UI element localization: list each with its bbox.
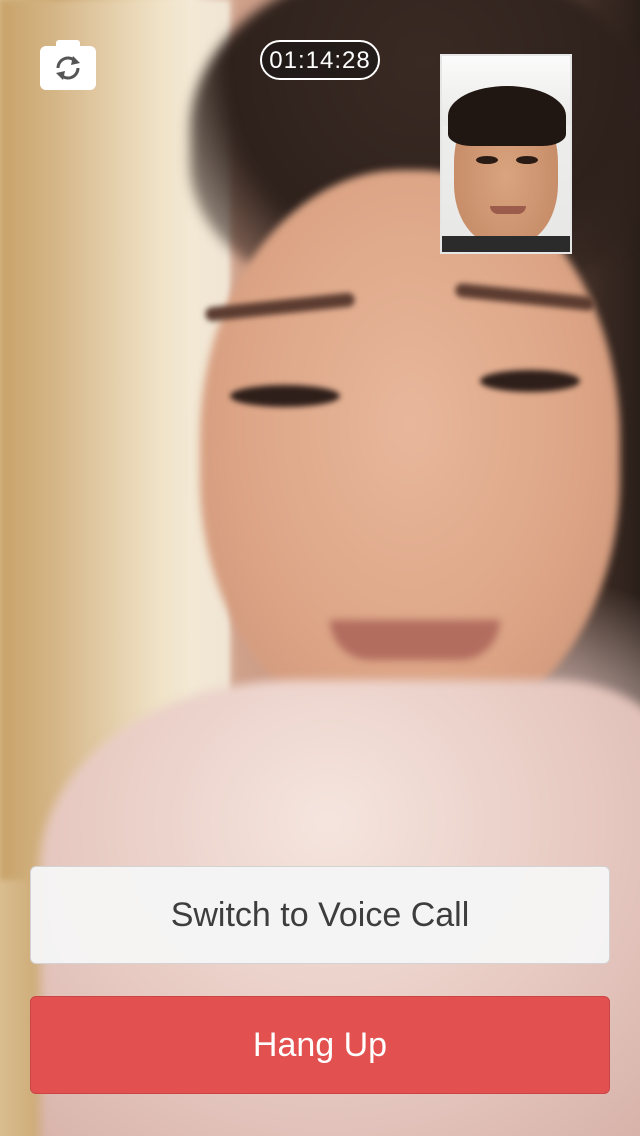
self-video-preview[interactable]: [440, 54, 572, 254]
self-shirt: [442, 236, 570, 252]
self-eye-left: [476, 156, 498, 164]
switch-to-voice-call-button[interactable]: Switch to Voice Call: [30, 866, 610, 964]
remote-mouth: [330, 620, 500, 660]
remote-eye-left: [230, 385, 340, 407]
camera-switch-icon: [56, 56, 80, 80]
hang-up-label: Hang Up: [252, 1025, 388, 1064]
call-timer: 01:14:28: [260, 40, 380, 80]
hang-up-button[interactable]: Hang Up: [30, 996, 610, 1094]
self-mouth: [490, 206, 526, 214]
self-hair: [448, 86, 566, 146]
video-call-screen: 01:14:28 Switch to Voice Call Hang Up: [0, 0, 640, 1136]
switch-to-voice-call-label: Switch to Voice Call: [170, 895, 470, 934]
self-eye-right: [516, 156, 538, 164]
remote-eye-right: [480, 370, 580, 392]
camera-switch-button[interactable]: [40, 40, 96, 90]
